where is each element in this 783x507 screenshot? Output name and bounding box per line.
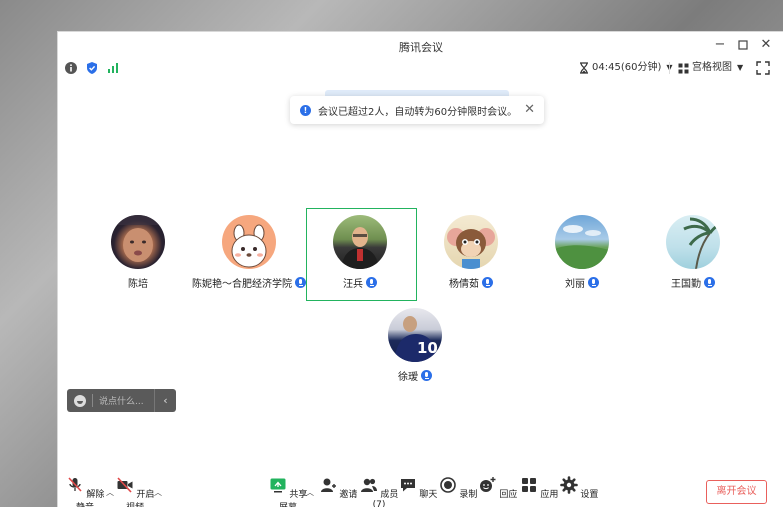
mic-muted-icon bbox=[67, 477, 82, 492]
bottom-control-bar: 解除静音 ︿ 开启视频 ︿ 共享屏幕 ︿ bbox=[58, 472, 783, 507]
avatar bbox=[666, 215, 720, 269]
participant-name: 徐瑷 bbox=[398, 372, 418, 383]
gear-icon bbox=[559, 476, 578, 494]
avatar bbox=[222, 215, 276, 269]
reactions-label: 回应 bbox=[499, 490, 518, 500]
avatar bbox=[444, 215, 498, 269]
chat-icon bbox=[400, 479, 415, 492]
avatar-photo bbox=[111, 215, 165, 262]
notification-toast: ! 会议已超过2人，自动转为60分钟限时会议。 ✕ bbox=[290, 96, 544, 124]
chat-input-box[interactable]: 说点什么... ‹ bbox=[67, 389, 176, 412]
chevron-down-icon: ▼ bbox=[737, 63, 744, 72]
shield-icon[interactable] bbox=[85, 61, 99, 75]
participant-tile[interactable]: 刘丽 bbox=[527, 215, 637, 290]
timer-text: 04:45(60分钟) bbox=[592, 62, 662, 73]
info-icon: ! bbox=[300, 104, 311, 116]
mic-icon bbox=[588, 277, 599, 288]
chevron-up-icon[interactable]: ︿ bbox=[306, 487, 314, 498]
settings-button[interactable]: 设置 bbox=[559, 476, 599, 500]
avatar: 10 bbox=[388, 308, 442, 362]
chat-button[interactable]: 聊天 bbox=[398, 476, 438, 500]
toolbar-divider bbox=[669, 62, 670, 74]
toast-message: 会议已超过2人，自动转为60分钟限时会议。 bbox=[318, 106, 518, 118]
apps-button[interactable]: 应用 bbox=[519, 476, 559, 500]
fullscreen-icon[interactable] bbox=[756, 61, 770, 75]
chat-label: 聊天 bbox=[419, 490, 438, 500]
chevron-up-icon[interactable]: ︿ bbox=[106, 487, 114, 498]
signal-icon[interactable] bbox=[106, 61, 120, 75]
members-button[interactable]: 成员(7) bbox=[357, 476, 401, 507]
avatar-photo bbox=[447, 228, 495, 269]
hourglass-icon bbox=[580, 62, 588, 74]
meeting-window: 腾讯会议 − ✕ 04:45(60分钟) ▼ bbox=[57, 31, 783, 507]
invite-label: 邀请 bbox=[339, 490, 358, 500]
meeting-timer[interactable]: 04:45(60分钟) ▼ bbox=[579, 60, 673, 76]
view-mode-label: 宫格视图 bbox=[692, 62, 732, 73]
settings-label: 设置 bbox=[580, 490, 599, 500]
participant-name: 杨倩茹 bbox=[449, 279, 479, 290]
unmute-button[interactable]: 解除静音 bbox=[65, 476, 105, 507]
participant-tile[interactable]: 10 徐瑷 bbox=[360, 308, 470, 383]
participant-name: 陈妮艳～合肥经济学院 bbox=[192, 279, 292, 290]
mic-icon bbox=[704, 277, 715, 288]
chat-placeholder: 说点什么... bbox=[99, 397, 144, 407]
leave-meeting-button[interactable]: 离开会议 bbox=[706, 480, 767, 504]
avatar bbox=[111, 215, 165, 269]
avatar-photo bbox=[231, 224, 267, 268]
chevron-left-icon[interactable]: ‹ bbox=[154, 389, 176, 412]
invite-icon bbox=[320, 478, 336, 492]
chat-divider bbox=[92, 394, 93, 407]
grid-icon bbox=[678, 63, 689, 73]
toast-close-button[interactable]: ✕ bbox=[524, 102, 535, 117]
record-label: 录制 bbox=[459, 490, 478, 500]
share-screen-button[interactable]: 共享屏幕 bbox=[268, 476, 308, 507]
participant-name: 汪兵 bbox=[343, 279, 363, 290]
window-title: 腾讯会议 bbox=[399, 41, 443, 54]
start-video-button[interactable]: 开启视频 bbox=[115, 476, 155, 507]
avatar bbox=[333, 215, 387, 269]
apps-icon bbox=[521, 478, 536, 492]
meeting-toolbar: 04:45(60分钟) ▼ 宫格视图 ▼ bbox=[58, 58, 783, 78]
minimize-button[interactable]: − bbox=[712, 37, 728, 53]
apps-label: 应用 bbox=[540, 490, 559, 500]
invite-button[interactable]: 邀请 bbox=[318, 476, 358, 500]
avatar bbox=[555, 215, 609, 269]
members-icon bbox=[360, 478, 377, 492]
emoji-icon[interactable] bbox=[74, 394, 86, 407]
maximize-icon bbox=[738, 40, 748, 50]
participant-name: 刘丽 bbox=[565, 279, 585, 290]
maximize-button[interactable] bbox=[735, 37, 751, 53]
mic-icon bbox=[482, 277, 493, 288]
participant-tile[interactable]: 陈培 bbox=[83, 215, 193, 290]
avatar-photo bbox=[683, 217, 720, 269]
mic-icon bbox=[421, 370, 432, 381]
avatar-photo bbox=[341, 227, 379, 269]
share-screen-icon bbox=[270, 478, 286, 493]
participant-name: 陈培 bbox=[128, 279, 148, 290]
video-off-icon bbox=[116, 477, 133, 493]
reaction-icon bbox=[479, 477, 496, 492]
participant-name: 王国勤 bbox=[671, 279, 701, 290]
participant-tile[interactable]: 陈妮艳～合肥经济学院 bbox=[192, 215, 306, 290]
avatar-photo bbox=[555, 225, 609, 269]
participant-tile[interactable]: 杨倩茹 bbox=[416, 215, 526, 290]
record-button[interactable]: 录制 bbox=[438, 476, 478, 500]
jersey-number-graphic: 10 bbox=[417, 339, 438, 357]
title-bar: 腾讯会议 − ✕ bbox=[58, 32, 783, 58]
reactions-button[interactable]: 回应 bbox=[478, 476, 518, 500]
record-icon bbox=[439, 477, 456, 493]
participant-tile[interactable]: 王国勤 bbox=[638, 215, 748, 290]
participant-tile[interactable]: 汪兵 bbox=[305, 215, 415, 290]
info-icon[interactable] bbox=[64, 61, 78, 75]
mic-icon bbox=[366, 277, 377, 288]
close-button[interactable]: ✕ bbox=[758, 37, 774, 53]
chevron-up-icon[interactable]: ︿ bbox=[154, 487, 162, 498]
view-mode-button[interactable]: 宫格视图 ▼ bbox=[678, 60, 743, 76]
